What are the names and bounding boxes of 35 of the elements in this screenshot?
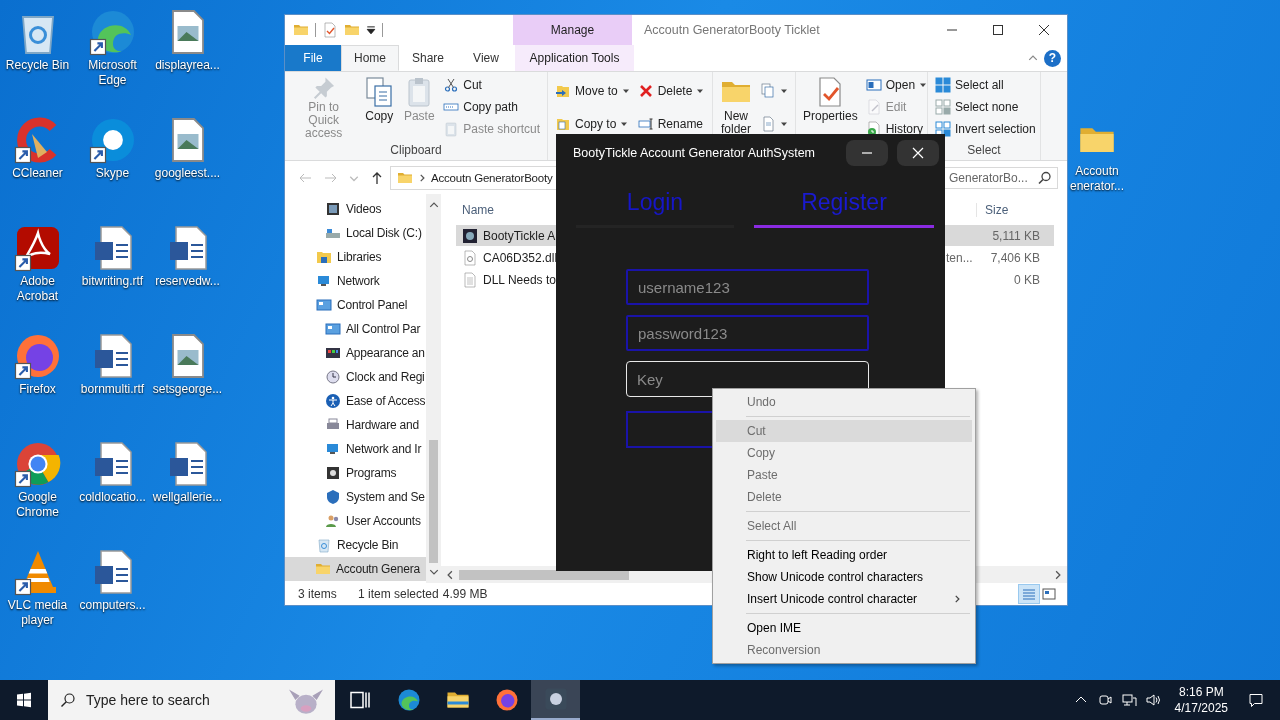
icon-label: displayrea... — [155, 58, 220, 73]
file-size-cell-text: 0 KB — [1013, 272, 1041, 287]
icon-label: wellgallerie... — [152, 490, 223, 505]
icon-label: Adobe Acrobat — [15, 274, 60, 304]
window-title: Accoutn GeneratorBooty Ticklet — [643, 23, 821, 37]
icon-label: Firefox — [19, 382, 56, 397]
file-size-cell-text: 7,406 KB — [989, 250, 1041, 265]
icon-label: Google Chrome — [15, 490, 60, 520]
icon-label: reservedw... — [155, 274, 220, 289]
icon-label: Skype — [95, 166, 130, 181]
icon-label: googleest.... — [154, 166, 221, 181]
icon-label: Microsoft Edge — [87, 58, 138, 88]
icon-label: Accoutn enerator... — [1069, 164, 1124, 194]
icon-label: Recycle Bin — [5, 58, 70, 73]
file-name: BootyTickle A — [483, 228, 556, 243]
file-name: DLL Needs to — [483, 272, 556, 287]
icon-label: VLC media player — [6, 598, 69, 628]
item-count: 3 items — [298, 587, 338, 601]
context-tab-header: Manage — [513, 15, 632, 45]
icon-label: setsgeorge... — [152, 382, 223, 397]
file-name: CA06D352.dll — [483, 250, 558, 265]
group-label: Clipboard — [389, 142, 443, 158]
clock-time: 8:16 PM — [1178, 684, 1224, 700]
file-type-cell: ten... — [946, 250, 973, 265]
clock-date: 4/17/2025 — [1174, 700, 1228, 716]
selection-status: 1 item selected — [358, 587, 439, 601]
group-label: Select — [966, 142, 1002, 158]
icon-label: bornmulti.rtf — [80, 382, 145, 397]
window-title: BootyTickle Account Generator AuthSystem — [573, 146, 816, 160]
icon-label: CCleaner — [12, 166, 63, 181]
file-size-cell-text: 5,111 KB — [991, 228, 1041, 243]
icon-label: bitwriting.rtf — [81, 274, 144, 289]
icon-label: computers... — [79, 598, 146, 613]
selection-size: 4.99 MB — [442, 587, 488, 601]
icon-label: coldlocatio... — [79, 490, 146, 505]
